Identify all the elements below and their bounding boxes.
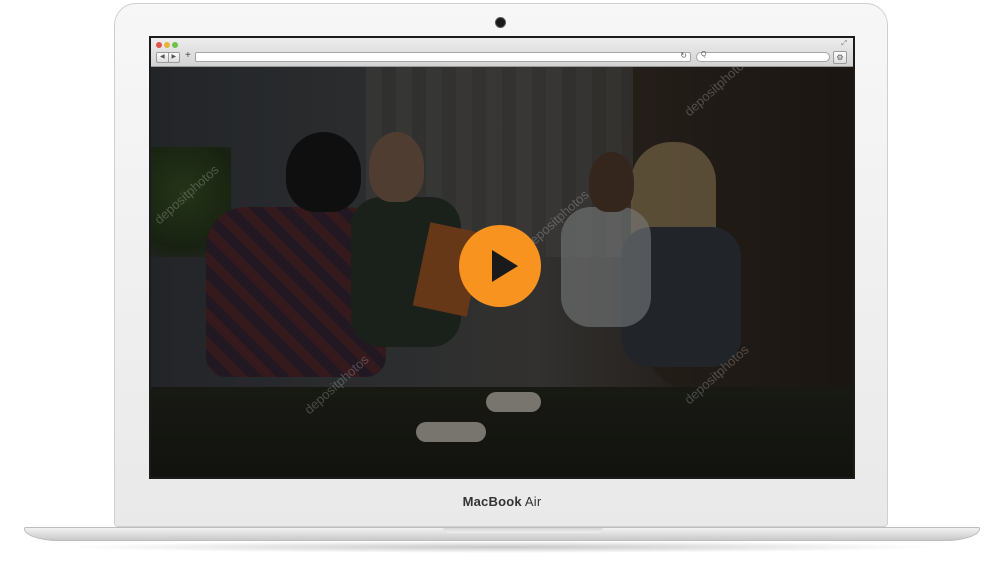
zoom-window-button[interactable]	[172, 42, 178, 48]
brand-name: MacBook	[462, 494, 522, 509]
minimize-window-button[interactable]	[164, 42, 170, 48]
brand-model: Air	[524, 494, 542, 509]
laptop-brand-label: MacBook Air	[0, 494, 1004, 509]
reload-icon[interactable]: ↻	[680, 51, 687, 60]
search-input[interactable]: Q	[696, 51, 830, 62]
laptop-base	[24, 527, 980, 541]
history-nav: ◀ ▶	[156, 52, 180, 63]
video-player[interactable]: depositphotos depositphotos depositphoto…	[151, 67, 853, 477]
search-icon: Q	[701, 51, 707, 58]
add-tab-button[interactable]: +	[185, 50, 191, 62]
address-bar[interactable]: ↻	[195, 51, 691, 62]
lid-opening-notch	[443, 528, 603, 533]
gear-icon[interactable]: ⚙	[833, 51, 847, 64]
laptop-shadow	[60, 541, 944, 553]
webcam-icon	[495, 17, 506, 28]
close-window-button[interactable]	[156, 42, 162, 48]
forward-button[interactable]: ▶	[169, 53, 180, 62]
play-button[interactable]	[459, 225, 541, 307]
back-button[interactable]: ◀	[157, 53, 169, 62]
play-icon	[492, 250, 518, 282]
fullscreen-icon[interactable]: ⤢	[841, 40, 847, 48]
laptop-screen: ⤢ ◀ ▶ + ↻ Q ⚙ depositphotos depositphoto…	[149, 36, 855, 479]
browser-toolbar: ⤢ ◀ ▶ + ↻ Q ⚙	[151, 38, 853, 67]
